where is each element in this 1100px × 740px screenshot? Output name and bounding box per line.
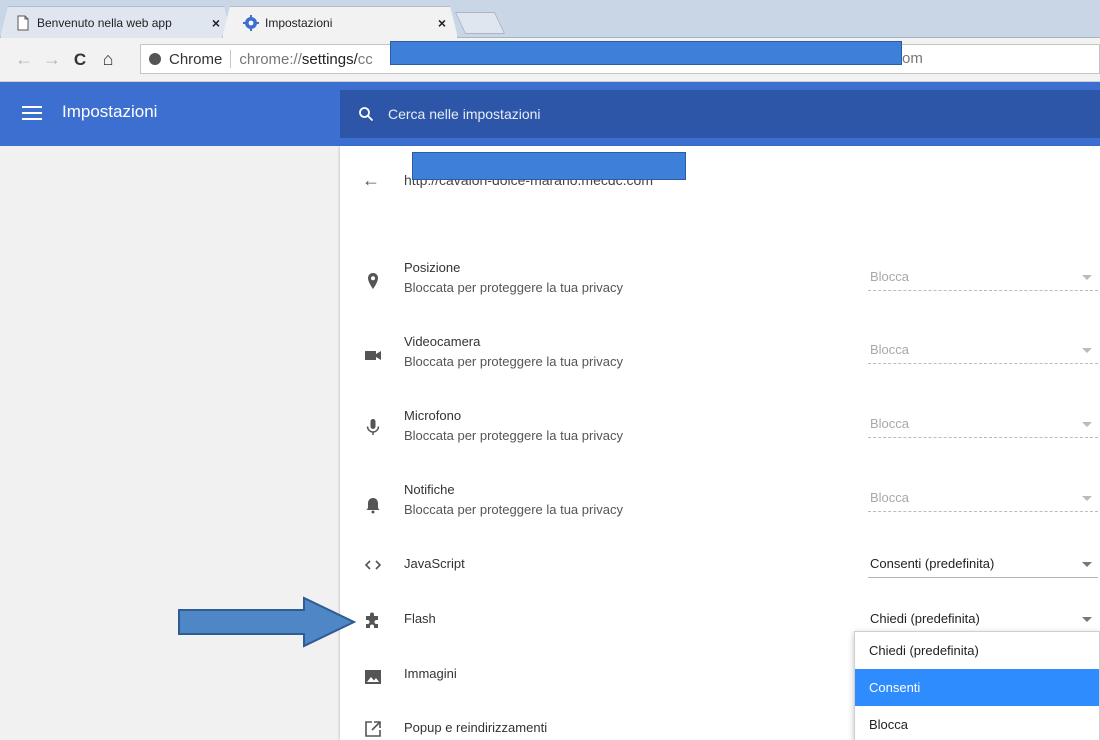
puzzle-icon (366, 612, 378, 628)
permission-name: Posizione (404, 260, 461, 275)
flash-dropdown-menu: Chiedi (predefinita) Consenti Blocca (854, 631, 1100, 740)
permission-name: Notifiche (404, 482, 455, 497)
divider (230, 50, 232, 68)
settings-header: Impostazioni (0, 82, 1100, 146)
permission-text: Popup e reindirizzamenti (404, 720, 547, 735)
image-icon (365, 670, 381, 684)
open-in-new-icon (365, 721, 381, 737)
code-icon (364, 560, 382, 570)
permission-text: Microfono Bloccata per proteggere la tua… (404, 408, 623, 443)
permission-select-microfono: Blocca (868, 410, 1098, 438)
permission-text: Flash (404, 611, 436, 626)
permission-row-videocamera: Videocamera Bloccata per proteggere la t… (340, 322, 1100, 386)
dropdown-caret-icon (1082, 562, 1092, 567)
videocam-icon (365, 351, 381, 360)
chrome-icon (149, 53, 161, 65)
permission-name: Microfono (404, 408, 462, 423)
dropdown-caret-icon (1082, 348, 1092, 353)
search-input[interactable] (388, 106, 988, 122)
permission-text: Immagini (404, 666, 457, 681)
dropdown-caret-icon (1082, 275, 1092, 280)
permission-row-notifiche: Notifiche Bloccata per proteggere la tua… (340, 474, 1100, 538)
permission-row-posizione: Posizione Bloccata per proteggere la tua… (340, 246, 1100, 310)
permission-name: Immagini (404, 666, 457, 681)
tab-title: Impostazioni (265, 15, 333, 30)
permission-select-videocamera: Blocca (868, 336, 1098, 364)
settings-gear-icon (243, 14, 259, 31)
hamburger-menu-icon[interactable] (22, 102, 42, 124)
permission-subtitle: Bloccata per proteggere la tua privacy (404, 280, 623, 295)
permission-text: Posizione Bloccata per proteggere la tua… (404, 260, 623, 295)
select-value: Blocca (870, 416, 910, 431)
permission-text: JavaScript (404, 556, 465, 571)
dropdown-option-consenti[interactable]: Consenti (855, 669, 1099, 706)
select-value: Chiedi (predefinita) (870, 611, 980, 626)
dropdown-caret-icon (1082, 422, 1092, 427)
tab-close-button[interactable]: × (427, 15, 457, 31)
back-button[interactable]: ← (12, 48, 36, 72)
permission-subtitle: Bloccata per proteggere la tua privacy (404, 502, 623, 517)
permission-select-notifiche: Blocca (868, 484, 1098, 512)
annotation-arrow-icon (178, 596, 357, 648)
dropdown-caret-icon (1082, 496, 1092, 501)
site-info-chip[interactable]: Chrome (141, 51, 222, 68)
reload-button[interactable]: C (68, 48, 92, 72)
page-title: Impostazioni (62, 102, 158, 121)
site-header-row: ← http://cavalon-dolce-marano.mecdc.com (340, 146, 1100, 216)
url-tail-text: om (902, 50, 923, 67)
permission-name: Videocamera (404, 334, 481, 349)
select-value: Blocca (870, 269, 910, 284)
left-background (0, 146, 340, 740)
redaction-box (412, 152, 686, 180)
tab-strip: Benvenuto nella web app × Impostazioni × (0, 0, 1100, 38)
location-pin-icon (368, 273, 378, 289)
tab-impostazioni[interactable]: Impostazioni × (222, 6, 458, 38)
select-value: Blocca (870, 490, 910, 505)
new-tab-button[interactable] (454, 12, 506, 34)
permission-subtitle: Bloccata per proteggere la tua privacy (404, 428, 623, 443)
url-text: chrome://settings/cc (239, 50, 373, 68)
permission-text: Videocamera Bloccata per proteggere la t… (404, 334, 623, 369)
back-arrow-icon[interactable]: ← (362, 170, 380, 191)
site-chip-label: Chrome (169, 50, 223, 68)
dropdown-option-chiedi[interactable]: Chiedi (predefinita) (855, 632, 1099, 669)
permission-select-javascript[interactable]: Consenti (predefinita) (868, 550, 1098, 578)
permission-subtitle: Bloccata per proteggere la tua privacy (404, 354, 623, 369)
dropdown-caret-icon (1082, 617, 1092, 622)
redaction-box (390, 41, 902, 65)
permission-name: JavaScript (404, 556, 465, 571)
permission-name: Popup e reindirizzamenti (404, 720, 548, 735)
search-icon (359, 107, 374, 122)
home-button[interactable]: ⌂ (96, 48, 120, 72)
tab-title: Benvenuto nella web app (37, 15, 172, 30)
select-value: Consenti (predefinita) (870, 556, 995, 571)
select-value: Blocca (870, 342, 910, 357)
permission-text: Notifiche Bloccata per proteggere la tua… (404, 482, 623, 517)
document-icon (17, 15, 29, 30)
dropdown-option-blocca[interactable]: Blocca (855, 706, 1099, 740)
microphone-icon (366, 419, 380, 435)
permission-select-posizione: Blocca (868, 263, 1098, 291)
permission-row-javascript: JavaScript Consenti (predefinita) (340, 542, 1100, 606)
permission-select-flash[interactable]: Chiedi (predefinita) (868, 605, 1098, 633)
forward-button[interactable]: → (40, 48, 64, 72)
settings-search[interactable] (340, 90, 1100, 138)
permission-row-microfono: Microfono Bloccata per proteggere la tua… (340, 398, 1100, 462)
bell-icon (366, 498, 380, 514)
tab-benvenuto[interactable]: Benvenuto nella web app × (0, 6, 232, 38)
permission-name: Flash (404, 611, 436, 626)
